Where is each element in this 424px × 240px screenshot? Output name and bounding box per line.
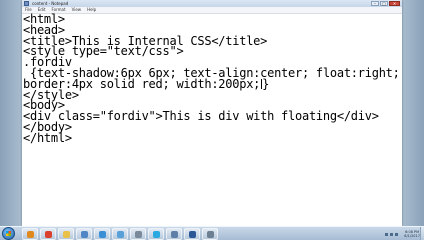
skype-icon — [153, 231, 160, 238]
chrome-icon — [45, 231, 52, 238]
notepad-window: content - Notepad – □ ✕ File Edit Format… — [22, 0, 402, 226]
editor-line: <div class="fordiv">This is div with flo… — [23, 109, 379, 124]
desktop-background-left — [0, 0, 22, 226]
editor-line: </body> — [23, 119, 72, 134]
taskbar-button[interactable] — [202, 228, 218, 240]
flag-icon[interactable] — [385, 232, 389, 236]
folder-icon — [63, 231, 70, 238]
word-icon — [189, 231, 196, 238]
taskbar-button[interactable] — [184, 228, 200, 240]
taskbar-button[interactable] — [22, 228, 38, 240]
menu-bar: File Edit Format View Help — [22, 7, 402, 14]
taskbar: 6:08 PM 6/1/2017 — [0, 226, 424, 240]
taskbar-button[interactable] — [130, 228, 146, 240]
taskbar-button[interactable] — [58, 228, 74, 240]
editor-line: </html> — [23, 130, 72, 145]
menu-help[interactable]: Help — [87, 7, 96, 13]
taskbar-button[interactable] — [166, 228, 182, 240]
volume-icon[interactable] — [395, 232, 399, 236]
window-controls: – □ ✕ — [371, 1, 400, 6]
taskbar-button[interactable] — [76, 228, 92, 240]
store-icon — [81, 231, 88, 238]
start-button[interactable] — [2, 227, 15, 240]
notepad-app-icon — [24, 1, 29, 6]
system-tray: 6:08 PM 6/1/2017 — [385, 228, 420, 240]
desktop-background-right — [402, 0, 424, 226]
editor-line: <html> — [23, 12, 65, 26]
maximize-button[interactable]: □ — [380, 1, 388, 6]
taskbar-buttons — [22, 228, 218, 240]
media-player-icon — [27, 231, 34, 238]
taskbar-button[interactable] — [148, 228, 164, 240]
clock[interactable]: 6:08 PM 6/1/2017 — [404, 230, 420, 238]
text-editor[interactable]: <html> <head> <title>This is Internal CS… — [22, 12, 402, 226]
taskbar-button[interactable] — [112, 228, 128, 240]
editor-line-text: } — [262, 76, 270, 91]
editor-line-with-caret: border:4px solid red; width:200px;} — [23, 76, 401, 91]
menu-view[interactable]: View — [72, 7, 82, 13]
explorer-icon — [99, 231, 106, 238]
network-icon[interactable] — [390, 232, 394, 236]
notepad-icon — [117, 231, 124, 238]
close-button[interactable]: ✕ — [389, 1, 400, 6]
settings-icon — [207, 231, 214, 238]
network-icon — [171, 231, 178, 238]
title-bar[interactable]: content - Notepad – □ ✕ — [22, 0, 402, 7]
editor-line: </style> — [23, 87, 79, 102]
show-desktop-button[interactable] — [420, 227, 424, 240]
taskbar-button[interactable] — [94, 228, 110, 240]
tray-icons — [385, 232, 399, 236]
taskbar-button[interactable] — [40, 228, 56, 240]
window-title: content - Notepad — [32, 1, 69, 6]
editor-line: <style type="text/css"> — [23, 44, 184, 59]
clock-date: 6/1/2017 — [404, 234, 420, 238]
tools-icon — [135, 231, 142, 238]
minimize-button[interactable]: – — [371, 1, 379, 6]
